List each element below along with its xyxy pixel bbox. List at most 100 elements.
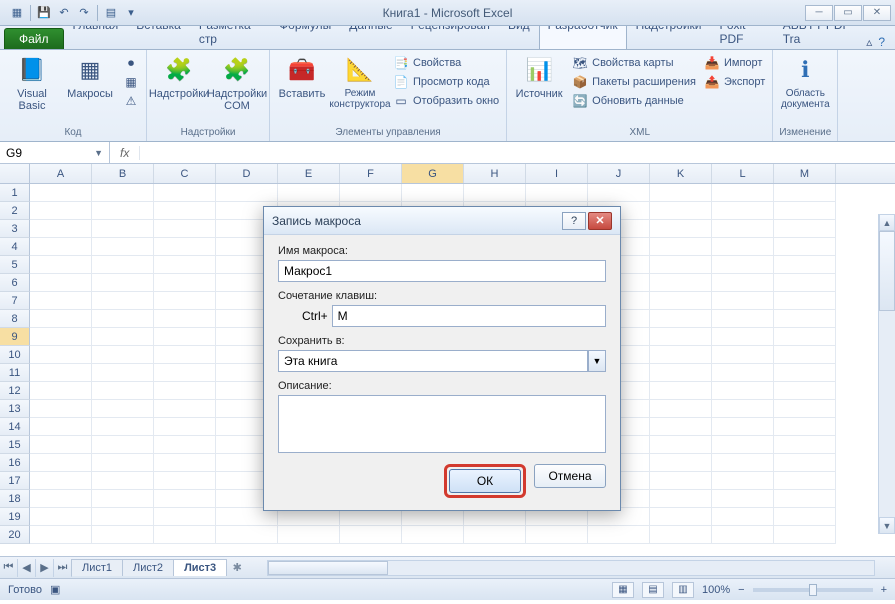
cell[interactable] <box>278 526 340 544</box>
sheet-tab[interactable]: Лист2 <box>122 559 174 576</box>
cell[interactable] <box>774 508 836 526</box>
cell[interactable] <box>774 436 836 454</box>
cell[interactable] <box>30 346 92 364</box>
addins-button[interactable]: 🧩 Надстройки <box>151 52 207 102</box>
cell[interactable] <box>154 490 216 508</box>
record-macro-button[interactable]: ⏺ <box>120 54 142 72</box>
cell[interactable] <box>154 292 216 310</box>
column-header[interactable]: D <box>216 164 278 183</box>
cell[interactable] <box>774 400 836 418</box>
run-dialog-button[interactable]: ▭Отобразить окно <box>390 92 502 110</box>
cell[interactable] <box>30 472 92 490</box>
formula-input[interactable] <box>140 145 895 160</box>
normal-view-button[interactable]: ▦ <box>612 582 634 598</box>
cell[interactable] <box>650 436 712 454</box>
map-properties-button[interactable]: 🗺Свойства карты <box>569 54 699 72</box>
row-header[interactable]: 7 <box>0 292 30 310</box>
dialog-help-button[interactable]: ? <box>562 212 586 230</box>
cell[interactable] <box>712 418 774 436</box>
cell[interactable] <box>30 364 92 382</box>
cell[interactable] <box>154 472 216 490</box>
document-panel-button[interactable]: ℹ Область документа <box>777 52 833 112</box>
undo-icon[interactable]: ↶ <box>55 4 73 22</box>
row-header[interactable]: 11 <box>0 364 30 382</box>
insert-control-button[interactable]: 🧰 Вставить <box>274 52 330 102</box>
row-header[interactable]: 9 <box>0 328 30 346</box>
cell[interactable] <box>30 292 92 310</box>
cell[interactable] <box>154 418 216 436</box>
cell[interactable] <box>774 328 836 346</box>
column-header[interactable]: E <box>278 164 340 183</box>
visual-basic-button[interactable]: 📘 Visual Basic <box>4 52 60 114</box>
row-header[interactable]: 16 <box>0 454 30 472</box>
cell[interactable] <box>278 184 340 202</box>
close-button[interactable]: ✕ <box>863 5 891 21</box>
sheet-nav-next-icon[interactable]: ▶ <box>36 559 54 577</box>
description-input[interactable] <box>278 395 606 453</box>
cell[interactable] <box>774 274 836 292</box>
cell[interactable] <box>650 382 712 400</box>
cell[interactable] <box>526 526 588 544</box>
cell[interactable] <box>30 418 92 436</box>
cell[interactable] <box>774 202 836 220</box>
cell[interactable] <box>650 400 712 418</box>
cell[interactable] <box>712 292 774 310</box>
cell[interactable] <box>712 490 774 508</box>
cell[interactable] <box>92 400 154 418</box>
zoom-in-button[interactable]: + <box>881 584 887 596</box>
cell[interactable] <box>650 238 712 256</box>
cell[interactable] <box>92 256 154 274</box>
sheet-nav-last-icon[interactable]: ⏭ <box>54 559 72 577</box>
cell[interactable] <box>154 310 216 328</box>
cell[interactable] <box>712 472 774 490</box>
file-tab[interactable]: Файл <box>4 28 64 49</box>
zoom-out-button[interactable]: − <box>738 584 744 596</box>
help-icon[interactable]: ? <box>878 35 885 49</box>
column-header[interactable]: G <box>402 164 464 183</box>
cell[interactable] <box>30 202 92 220</box>
cell[interactable] <box>774 382 836 400</box>
row-header[interactable]: 13 <box>0 400 30 418</box>
column-header[interactable]: F <box>340 164 402 183</box>
cell[interactable] <box>774 418 836 436</box>
cell[interactable] <box>30 526 92 544</box>
cell[interactable] <box>712 364 774 382</box>
cell[interactable] <box>774 364 836 382</box>
cell[interactable] <box>712 508 774 526</box>
cell[interactable] <box>30 328 92 346</box>
row-header[interactable]: 17 <box>0 472 30 490</box>
cell[interactable] <box>154 328 216 346</box>
macro-security-button[interactable]: ⚠ <box>120 92 142 110</box>
zoom-level[interactable]: 100% <box>702 584 730 596</box>
cell[interactable] <box>92 418 154 436</box>
cell[interactable] <box>650 346 712 364</box>
cell[interactable] <box>92 472 154 490</box>
fx-icon[interactable]: fx <box>110 146 140 160</box>
cell[interactable] <box>92 238 154 256</box>
qat-item-icon[interactable]: ▤ <box>102 4 120 22</box>
ok-button[interactable]: ОК <box>449 469 521 493</box>
vertical-scroll-thumb[interactable] <box>879 231 895 311</box>
cell[interactable] <box>774 346 836 364</box>
cell[interactable] <box>774 256 836 274</box>
cell[interactable] <box>774 454 836 472</box>
cell[interactable] <box>30 184 92 202</box>
cell[interactable] <box>402 526 464 544</box>
cell[interactable] <box>650 508 712 526</box>
row-header[interactable]: 18 <box>0 490 30 508</box>
cell[interactable] <box>588 526 650 544</box>
cell[interactable] <box>92 346 154 364</box>
column-header[interactable]: J <box>588 164 650 183</box>
properties-button[interactable]: 📑Свойства <box>390 54 502 72</box>
cell[interactable] <box>92 436 154 454</box>
scroll-down-icon[interactable]: ▼ <box>879 517 895 534</box>
zoom-slider[interactable] <box>753 588 873 592</box>
cell[interactable] <box>650 472 712 490</box>
cell[interactable] <box>30 454 92 472</box>
cell[interactable] <box>30 238 92 256</box>
page-break-view-button[interactable]: ▥ <box>672 582 694 598</box>
cell[interactable] <box>774 472 836 490</box>
row-header[interactable]: 12 <box>0 382 30 400</box>
cell[interactable] <box>30 256 92 274</box>
redo-icon[interactable]: ↷ <box>75 4 93 22</box>
